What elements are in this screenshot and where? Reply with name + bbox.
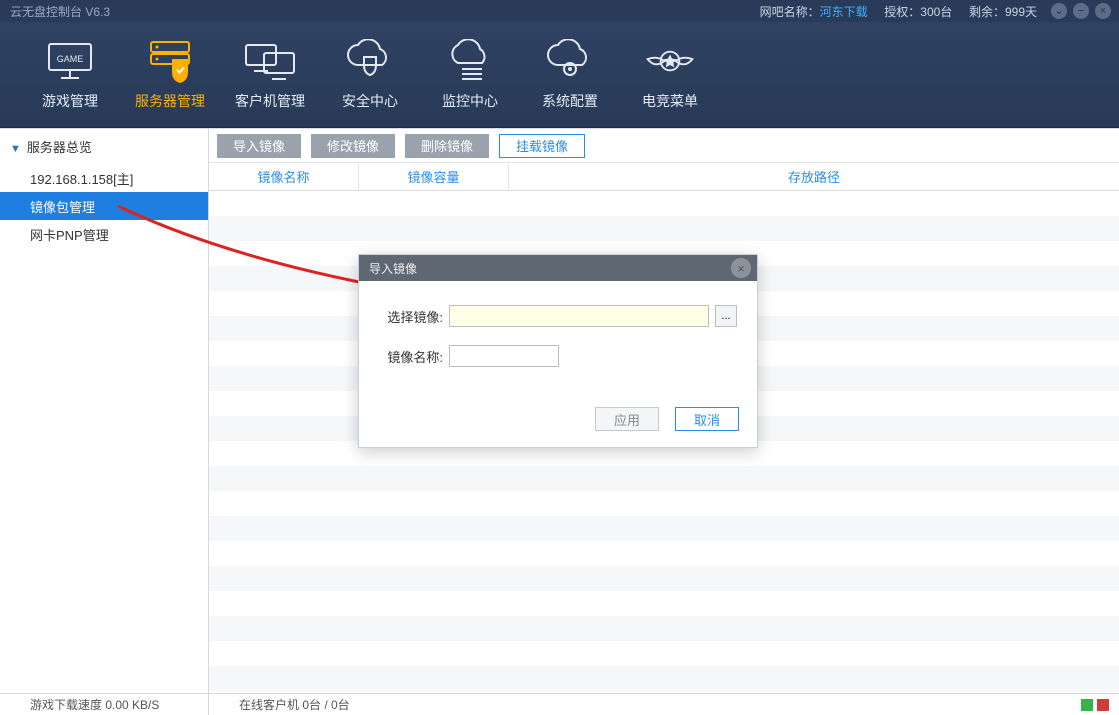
main-nav: GAME 游戏管理 服务器管理 客户机管理 安全中心 监控中心 系统配置 xyxy=(0,22,1119,128)
sidebar-header[interactable]: 服务器总览 xyxy=(0,129,208,164)
close-icon[interactable]: × xyxy=(1095,3,1111,19)
import-image-button[interactable]: 导入镜像 xyxy=(217,134,301,158)
status-clients: 在线客户机 0台 / 0台 xyxy=(209,696,1081,713)
nav-config[interactable]: 系统配置 xyxy=(520,22,620,128)
dialog-close-icon[interactable]: × xyxy=(731,258,751,278)
image-name-label: 镜像名称: xyxy=(379,347,443,366)
status-indicators xyxy=(1081,699,1119,711)
status-dot-red xyxy=(1097,699,1109,711)
sidebar: 服务器总览 192.168.1.158[主] 镜像包管理 网卡PNP管理 xyxy=(0,129,209,693)
table-header: 镜像名称 镜像容量 存放路径 xyxy=(209,163,1119,191)
sidebar-item-server-ip[interactable]: 192.168.1.158[主] xyxy=(0,164,208,192)
clients-icon xyxy=(242,39,298,83)
nav-label: 游戏管理 xyxy=(42,91,98,111)
col-image-path[interactable]: 存放路径 xyxy=(509,163,1119,190)
apply-button[interactable]: 应用 xyxy=(595,407,659,431)
cloud-gear-icon xyxy=(542,39,598,83)
info-name-label: 网吧名称： xyxy=(760,5,820,19)
info-auth: 授权：300台 xyxy=(884,5,952,19)
import-image-dialog: 导入镜像 × 选择镜像: ... 镜像名称: 应用 取消 xyxy=(358,254,758,448)
toolbar: 导入镜像 修改镜像 删除镜像 挂载镜像 xyxy=(209,129,1119,163)
info-name-link[interactable]: 河东下载 xyxy=(820,5,868,19)
col-image-size[interactable]: 镜像容量 xyxy=(359,163,509,190)
cancel-button[interactable]: 取消 xyxy=(675,407,739,431)
dialog-title: 导入镜像 × xyxy=(359,255,757,281)
minimize-icon[interactable]: − xyxy=(1073,3,1089,19)
nav-label: 电竞菜单 xyxy=(642,91,698,111)
titlebar-info: 网吧名称：河东下载 授权：300台 剩余：999天 xyxy=(760,3,1037,20)
sidebar-item-nic-pnp[interactable]: 网卡PNP管理 xyxy=(0,220,208,248)
cloud-shield-icon xyxy=(342,39,398,83)
nav-client[interactable]: 客户机管理 xyxy=(220,22,320,128)
nav-game[interactable]: GAME 游戏管理 xyxy=(20,22,120,128)
col-image-name[interactable]: 镜像名称 xyxy=(209,163,359,190)
nav-label: 监控中心 xyxy=(442,91,498,111)
app-title: 云无盘控制台 V6.3 xyxy=(10,3,110,20)
select-image-label: 选择镜像: xyxy=(379,307,443,326)
status-dot-green xyxy=(1081,699,1093,711)
info-remain: 剩余：999天 xyxy=(969,5,1037,19)
nav-label: 服务器管理 xyxy=(135,91,205,111)
status-bar: 游戏下载速度 0.00 KB/S 在线客户机 0台 / 0台 xyxy=(0,693,1119,715)
modify-image-button[interactable]: 修改镜像 xyxy=(311,134,395,158)
status-speed: 游戏下载速度 0.00 KB/S xyxy=(0,694,209,715)
nav-label: 系统配置 xyxy=(542,91,598,111)
mount-image-button[interactable]: 挂载镜像 xyxy=(499,134,585,158)
nav-security[interactable]: 安全中心 xyxy=(320,22,420,128)
monitor-game-icon: GAME xyxy=(42,39,98,83)
delete-image-button[interactable]: 删除镜像 xyxy=(405,134,489,158)
wings-star-icon xyxy=(642,39,698,83)
image-path-input[interactable] xyxy=(449,305,709,327)
sidebar-item-image-mgmt[interactable]: 镜像包管理 xyxy=(0,192,208,220)
dialog-title-text: 导入镜像 xyxy=(369,260,417,277)
nav-server[interactable]: 服务器管理 xyxy=(120,22,220,128)
nav-label: 安全中心 xyxy=(342,91,398,111)
nav-esports[interactable]: 电竞菜单 xyxy=(620,22,720,128)
settings-icon[interactable]: ⌄ xyxy=(1051,3,1067,19)
svg-text:GAME: GAME xyxy=(57,54,84,64)
titlebar: 云无盘控制台 V6.3 网吧名称：河东下载 授权：300台 剩余：999天 ⌄ … xyxy=(0,0,1119,22)
server-shield-icon xyxy=(142,39,198,83)
browse-button[interactable]: ... xyxy=(715,305,737,327)
nav-monitor[interactable]: 监控中心 xyxy=(420,22,520,128)
nav-label: 客户机管理 xyxy=(235,91,305,111)
cloud-list-icon xyxy=(442,39,498,83)
image-name-input[interactable] xyxy=(449,345,559,367)
